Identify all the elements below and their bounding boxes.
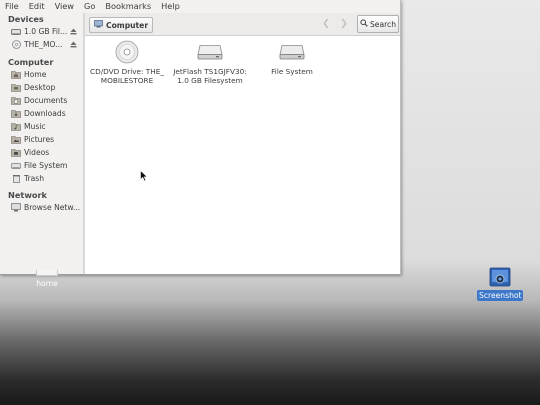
file-item-jetflash[interactable]: JetFlash TS1GJFV30: 1.0 GB Filesystem — [170, 44, 250, 85]
sidebar-item-music[interactable]: Music — [0, 120, 83, 133]
sidebar-item-browse-network[interactable]: Browse Netw... — [0, 201, 83, 214]
sidebar-item-label: Desktop — [24, 83, 56, 92]
filesystem-icon — [11, 161, 21, 170]
sidebar-item-label: Documents — [24, 96, 68, 105]
search-button[interactable]: Search — [357, 15, 399, 33]
computer-icon — [94, 20, 103, 30]
sidebar-item-home[interactable]: Home — [0, 68, 83, 81]
sidebar-item-file-system[interactable]: File System — [0, 159, 83, 172]
menu-view[interactable]: View — [50, 0, 79, 12]
sidebar-item-documents[interactable]: Documents — [0, 94, 83, 107]
sidebar-item-label: File System — [24, 161, 68, 170]
sidebar-item-label: Home — [24, 70, 47, 79]
sidebar-item-optical-disc[interactable]: THE_MO... — [0, 38, 83, 51]
menu-help[interactable]: Help — [156, 0, 185, 12]
sidebar-item-label: Videos — [24, 148, 50, 157]
sidebar: Devices 1.0 GB Fil... THE_MO... Computer — [0, 13, 83, 274]
usb-drive-icon — [197, 45, 223, 60]
screenshot-icon — [489, 267, 511, 287]
network-icon — [11, 203, 21, 212]
file-manager-window: File Edit View Go Bookmarks Help Devices… — [0, 0, 401, 275]
sidebar-item-usb-drive[interactable]: 1.0 GB Fil... — [0, 25, 83, 38]
sidebar-item-desktop[interactable]: Desktop — [0, 81, 83, 94]
sidebar-item-label: Trash — [24, 174, 45, 183]
menu-go[interactable]: Go — [79, 0, 100, 12]
sidebar-item-label: THE_MO... — [24, 40, 63, 49]
sidebar-item-label: 1.0 GB Fil... — [24, 27, 68, 36]
home-folder-icon — [11, 70, 21, 79]
desktop-folder-icon — [11, 83, 21, 92]
file-view[interactable]: CD/DVD Drive: THE_ MOBILESTORE JetFlash … — [85, 36, 400, 274]
file-item-file-system[interactable]: File System — [252, 44, 332, 76]
desktop-icon-label: Screenshot — [479, 291, 522, 300]
eject-icon[interactable] — [70, 41, 77, 48]
downloads-folder-icon — [11, 109, 21, 118]
breadcrumb-label: Computer — [106, 20, 149, 30]
file-item-label: CD/DVD Drive: THE_ MOBILESTORE — [89, 67, 165, 85]
sidebar-item-trash[interactable]: Trash — [0, 172, 83, 185]
sidebar-item-pictures[interactable]: Pictures — [0, 133, 83, 146]
sidebar-item-videos[interactable]: Videos — [0, 146, 83, 159]
music-folder-icon — [11, 122, 21, 131]
sidebar-item-downloads[interactable]: Downloads — [0, 107, 83, 120]
section-network: Network — [8, 190, 47, 200]
file-item-label: File System — [271, 67, 313, 76]
desktop-icon-label: home — [36, 279, 58, 288]
sidebar-item-label: Music — [24, 122, 46, 131]
menu-edit[interactable]: Edit — [24, 0, 50, 12]
forward-button[interactable]: ❯ — [337, 17, 351, 31]
home-folder-icon — [36, 270, 58, 276]
eject-icon[interactable] — [70, 28, 77, 35]
trash-icon — [11, 174, 21, 183]
section-computer: Computer — [8, 57, 54, 67]
optical-disc-icon — [115, 40, 139, 64]
file-item-cd-dvd-drive[interactable]: CD/DVD Drive: THE_ MOBILESTORE — [87, 40, 167, 85]
section-devices: Devices — [8, 14, 44, 24]
toolbar: Computer ❮ ❯ Search — [85, 13, 400, 36]
chevron-right-icon: ❯ — [340, 19, 348, 29]
search-icon — [360, 19, 368, 29]
usb-drive-icon — [11, 27, 21, 36]
desktop-icon-label-highlight: Screenshot — [477, 290, 523, 301]
hard-drive-icon — [279, 45, 305, 60]
search-label: Search — [369, 19, 397, 29]
back-button[interactable]: ❮ — [319, 17, 333, 31]
menu-bookmarks[interactable]: Bookmarks — [100, 0, 156, 12]
location-breadcrumb[interactable]: Computer — [89, 17, 154, 33]
sidebar-item-label: Downloads — [24, 109, 66, 118]
optical-disc-icon — [11, 40, 21, 49]
menu-file[interactable]: File — [0, 0, 24, 12]
videos-folder-icon — [11, 148, 21, 157]
menubar: File Edit View Go Bookmarks Help — [0, 0, 400, 12]
file-item-label: JetFlash TS1GJFV30: 1.0 GB Filesystem — [173, 67, 247, 85]
sidebar-item-label: Browse Netw... — [24, 203, 81, 212]
sidebar-item-label: Pictures — [24, 135, 55, 144]
desktop-icon-home[interactable]: home — [30, 270, 64, 288]
chevron-left-icon: ❮ — [322, 19, 330, 29]
documents-folder-icon — [11, 96, 21, 105]
mouse-cursor-icon — [140, 170, 148, 182]
pictures-folder-icon — [11, 135, 21, 144]
desktop-icon-screenshot[interactable]: Screenshot — [477, 266, 523, 301]
